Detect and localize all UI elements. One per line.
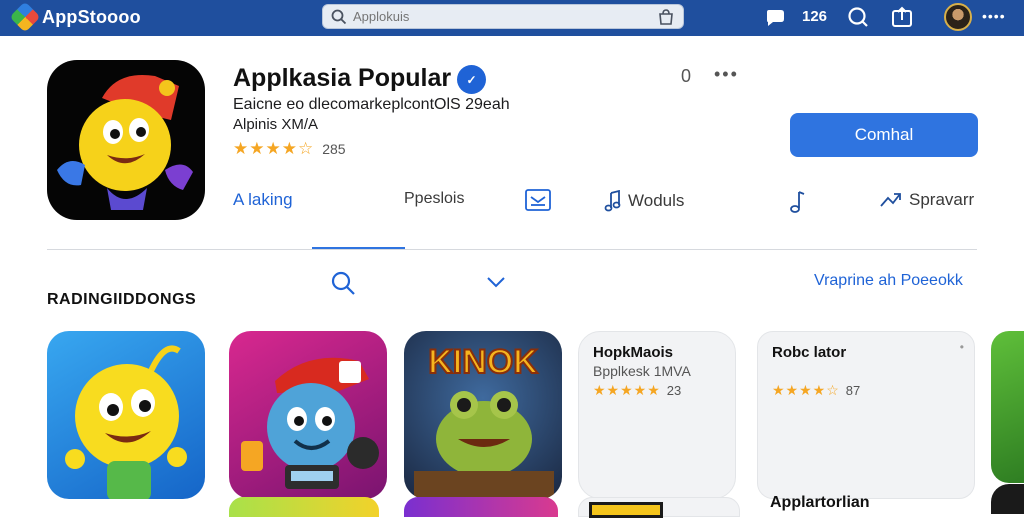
chevron-down-icon[interactable] [485,274,507,290]
app-rating: ★★★★☆ 285 [233,139,346,159]
app-card[interactable]: Robc lator • ★★★★☆ 87 [757,331,975,499]
shopping-bag-icon[interactable] [657,8,675,26]
emoji-mascot-icon [57,74,193,210]
divider [47,249,977,250]
game-card[interactable]: KINOK [404,331,562,499]
game-card-title: KINOK [428,343,538,381]
rating-stars: ★★★★☆ [772,382,840,398]
user-avatar[interactable] [944,3,972,31]
search-icon[interactable] [847,6,869,28]
tab-2[interactable]: Ppeslois [404,190,464,208]
app-store-logo-icon [9,1,41,33]
rating-count: 23 [666,383,682,398]
tab-6[interactable]: Spravarr [879,190,974,210]
frog-mascot-icon: KINOK [414,342,554,499]
music-note-icon [604,190,621,212]
chat-bubble-icon[interactable] [764,9,786,27]
section-title: RADINGIIDDONGS [47,291,197,308]
install-button[interactable]: Comhal [790,113,978,157]
header-count: 0 [681,66,692,86]
app-card[interactable]: HopkMaois Bpplkesk 1MVA ★★★★★ 23 [578,331,736,499]
app-subtitle: Eaicne eo dlecomarkeplcontOlS 29eah [233,96,510,113]
rating-stars: ★★★★★ [593,382,661,398]
card-rating: ★★★★★ 23 [593,382,681,399]
brand[interactable]: AppStoooo [9,1,141,33]
brand-name: AppStoooo [42,6,141,27]
card-menu-icon[interactable]: • [960,340,964,354]
tab-label: A laking [233,190,293,209]
app-card-partial[interactable] [578,497,740,518]
app-title: Applkasia Popular [233,64,452,92]
card-subtitle: Bpplkesk 1MVA [593,363,691,379]
card-name: Applartorlian [770,494,870,511]
tab-label: Spravarr [909,190,975,209]
tab-1[interactable]: A laking [233,190,293,210]
search-icon [331,9,347,24]
app-card[interactable] [47,331,205,499]
smiley-mascot-icon [65,345,187,499]
robot-mascot-icon [241,357,379,489]
top-bar: AppStoooo 126 •••• [0,0,1024,36]
see-all-link[interactable]: Vraprine ah Poeeokk [814,272,963,290]
music-note-icon [790,191,805,213]
tab-label: Woduls [628,191,685,210]
app-card[interactable] [229,331,387,499]
tab-4[interactable]: Woduls [604,190,684,212]
account-menu[interactable]: •••• [982,8,1006,24]
trending-icon [880,193,901,207]
rating-count: 285 [322,141,346,157]
tab-3[interactable] [524,188,552,212]
card-name: Robc lator [772,344,847,361]
app-card-partial[interactable] [991,484,1024,514]
search-bar[interactable] [322,4,684,29]
app-card-partial[interactable] [229,497,379,517]
rating-count: 87 [845,383,861,398]
tab-5[interactable] [788,190,806,214]
app-icon [47,60,205,220]
tab-label: Ppeslois [404,190,465,207]
notification-count: 126 [802,8,828,25]
more-options-icon[interactable]: ••• [714,64,739,85]
app-developer[interactable]: Alpinis XM/A [233,116,318,133]
app-card-partial[interactable] [404,497,558,517]
card-rating: ★★★★☆ 87 [772,382,860,399]
app-card-partial[interactable] [991,331,1024,483]
game-preview-icon [589,502,663,518]
search-icon[interactable] [330,270,356,296]
mail-icon [525,189,551,211]
search-input[interactable] [353,9,653,24]
verified-badge-icon: ✓ [457,65,486,94]
rating-stars: ★★★★☆ [233,139,315,158]
share-icon[interactable] [891,6,913,28]
card-name: HopkMaois [593,344,674,361]
